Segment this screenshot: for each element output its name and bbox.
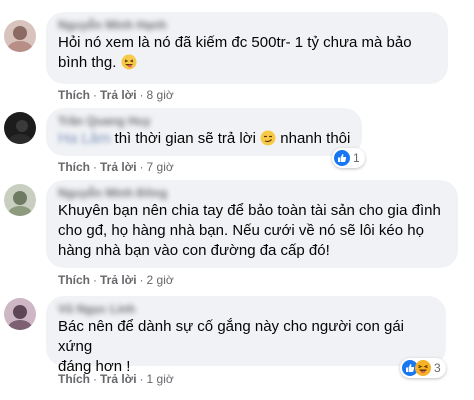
avatar[interactable] (4, 20, 36, 52)
reply-action[interactable]: Trả lời (100, 160, 137, 174)
comment-text: Ha Lâm thì thời gian sẽ trả lời nhanh thô… (58, 129, 350, 152)
comment-text: Bác nên để dành sự cố gắng này cho người… (58, 318, 404, 375)
comment-bubble: Nguyễn Minh Hạnh Hỏi nó xem là nó đã kiế… (46, 12, 448, 84)
avatar[interactable] (4, 112, 36, 144)
comment-bubble: Nguyễn Minh Đông Khuyên bạn nên chia tay… (46, 180, 458, 268)
like-action[interactable]: Thích (58, 160, 90, 174)
haha-icon (415, 360, 431, 376)
reaction-summary[interactable]: 1 (332, 148, 365, 168)
reply-action[interactable]: Trả lời (100, 88, 137, 102)
reply-action[interactable]: Trả lời (100, 372, 137, 386)
comment-author[interactable]: Nguyễn Minh Hạnh (58, 18, 436, 33)
comment-timestamp[interactable]: 2 giờ (147, 273, 174, 287)
comment-actions: Thích · Trả lời · 8 giờ (58, 88, 174, 102)
laughing-tongue-emoji-icon (121, 54, 137, 76)
comment-timestamp[interactable]: 1 giờ (147, 372, 174, 386)
comment-text: Hỏi nó xem là nó đã kiếm đc 500tr- 1 tỷ … (58, 33, 436, 76)
comment-bubble: Vũ Ngọc Linh Bác nên để dành sự cố gắng … (46, 296, 446, 375)
reaction-count: 3 (434, 361, 441, 375)
comment-actions: Thích · Trả lời · 2 giờ (58, 273, 174, 287)
reply-action[interactable]: Trả lời (100, 273, 137, 287)
like-action[interactable]: Thích (58, 273, 90, 287)
mentioned-user[interactable]: Ha Lâm (58, 130, 111, 147)
avatar[interactable] (4, 184, 36, 216)
reaction-summary[interactable]: 3 (400, 358, 446, 378)
like-icon (334, 150, 350, 166)
avatar[interactable] (4, 298, 36, 330)
comment-timestamp[interactable]: 7 giờ (147, 160, 174, 174)
comment-author[interactable]: Nguyễn Minh Đông (58, 186, 446, 201)
sly-face-emoji-icon (260, 130, 276, 152)
comment-text: Khuyên bạn nên chia tay để bảo toàn tài … (58, 202, 441, 259)
like-action[interactable]: Thích (58, 88, 90, 102)
reaction-count: 1 (353, 151, 360, 165)
comment-author[interactable]: Vũ Ngọc Linh (58, 302, 434, 317)
comment-timestamp[interactable]: 8 giờ (147, 88, 174, 102)
comment-actions: Thích · Trả lời · 1 giờ (58, 372, 174, 386)
comment-actions: Thích · Trả lời · 7 giờ (58, 160, 174, 174)
comment-author[interactable]: Trần Quang Huy (58, 114, 350, 129)
like-action[interactable]: Thích (58, 372, 90, 386)
comment-bubble: Trần Quang Huy Ha Lâm thì thời gian sẽ tr… (46, 108, 362, 156)
